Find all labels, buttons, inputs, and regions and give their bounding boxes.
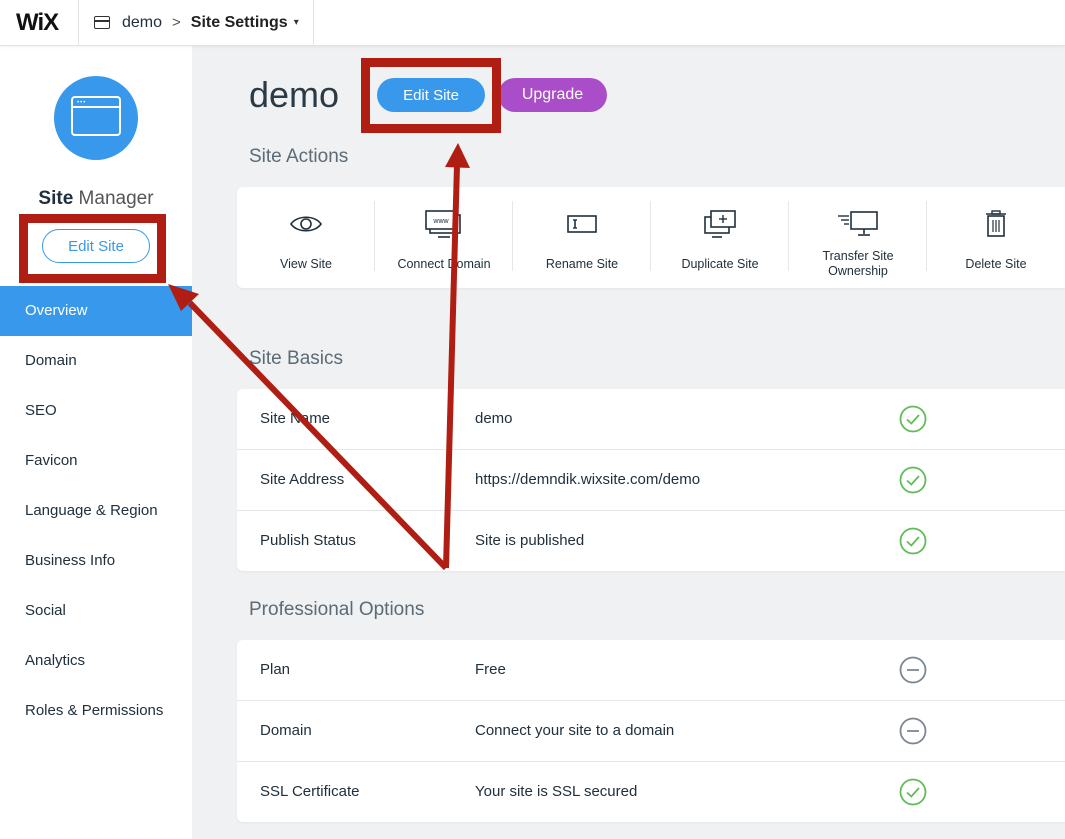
professional-options-title: Professional Options: [249, 599, 425, 620]
table-row[interactable]: Plan Free: [237, 640, 1065, 701]
row-key: SSL Certificate: [260, 783, 360, 800]
row-value: demo: [475, 410, 513, 427]
check-circle-icon: [899, 527, 927, 555]
breadcrumb-current[interactable]: Site Settings: [191, 14, 288, 32]
breadcrumb-site[interactable]: demo: [122, 14, 162, 32]
sidebar-item-analytics[interactable]: Analytics: [0, 636, 192, 686]
duplicate-site-action[interactable]: Duplicate Site: [651, 187, 789, 288]
breadcrumb: demo > Site Settings ▾: [94, 0, 299, 45]
row-key: Site Address: [260, 471, 345, 488]
trash-icon: [927, 209, 1065, 239]
divider: [78, 0, 79, 45]
check-circle-icon: [899, 466, 927, 494]
site-basics-card: Site Name demo Site Address https://demn…: [237, 389, 1065, 571]
wix-logo[interactable]: WiX: [16, 9, 59, 37]
delete-site-action[interactable]: Delete Site: [927, 187, 1065, 288]
site-avatar: •••: [54, 76, 138, 160]
check-circle-icon: [899, 405, 927, 433]
table-row[interactable]: Domain Connect your site to a domain: [237, 701, 1065, 762]
transfer-icon: [789, 209, 927, 239]
minus-circle-icon: [899, 656, 927, 684]
upgrade-button[interactable]: Upgrade: [498, 78, 607, 112]
row-value: Connect your site to a domain: [475, 722, 675, 739]
page-title: demo: [249, 74, 340, 115]
sidebar-item-domain[interactable]: Domain: [0, 336, 192, 386]
sidebar-item-seo[interactable]: SEO: [0, 386, 192, 436]
sidebar-item-overview[interactable]: Overview: [0, 286, 192, 336]
breadcrumb-separator: >: [172, 14, 181, 31]
site-actions-card: View Site www Connect Domain Rename Site…: [237, 187, 1065, 288]
transfer-ownership-action[interactable]: Transfer Site Ownership: [789, 187, 927, 288]
sidebar-item-business-info[interactable]: Business Info: [0, 536, 192, 586]
www-monitor-icon: www: [375, 209, 513, 239]
row-key: Site Name: [260, 410, 331, 427]
site-window-icon: [94, 16, 110, 29]
divider: [313, 0, 314, 45]
view-site-action[interactable]: View Site: [237, 187, 375, 288]
row-key: Domain: [260, 722, 312, 739]
chevron-down-icon[interactable]: ▾: [294, 17, 299, 28]
table-row[interactable]: SSL Certificate Your site is SSL secured: [237, 762, 1065, 822]
minus-circle-icon: [899, 717, 927, 745]
svg-text:www: www: [432, 218, 449, 225]
rename-site-action[interactable]: Rename Site: [513, 187, 651, 288]
sidebar-item-favicon[interactable]: Favicon: [0, 436, 192, 486]
table-row[interactable]: Site Name demo: [237, 389, 1065, 450]
check-circle-icon: [899, 778, 927, 806]
action-label: View Site: [280, 257, 332, 271]
row-key: Publish Status: [260, 532, 356, 549]
edit-site-button[interactable]: Edit Site: [377, 78, 485, 112]
sidebar-nav: Overview Domain SEO Favicon Language & R…: [0, 286, 192, 736]
action-label: Delete Site: [965, 257, 1027, 271]
site-basics-title: Site Basics: [249, 348, 343, 369]
table-row[interactable]: Site Address https://demndik.wixsite.com…: [237, 450, 1065, 511]
row-value: Free: [475, 661, 506, 678]
sidebar-item-language-region[interactable]: Language & Region: [0, 486, 192, 536]
annotation-arrow-head: [445, 143, 470, 168]
action-label: Rename Site: [545, 257, 619, 271]
action-label: Transfer Site Ownership: [822, 249, 894, 278]
site-manager-title: Site Manager: [38, 188, 154, 209]
row-value: Site is published: [475, 532, 585, 549]
sidebar-edit-site-button[interactable]: Edit Site: [42, 229, 150, 263]
rename-icon: [513, 209, 651, 239]
duplicate-icon: [651, 209, 789, 239]
sidebar: ••• Site Manager Edit Site Overview Doma…: [0, 46, 192, 839]
action-label: Connect Domain: [397, 257, 491, 271]
row-value: Your site is SSL secured: [475, 783, 638, 800]
action-label: Duplicate Site: [681, 257, 759, 271]
sidebar-item-social[interactable]: Social: [0, 586, 192, 636]
eye-icon: [237, 209, 375, 239]
top-bar: WiX demo > Site Settings ▾: [0, 0, 1065, 46]
table-row[interactable]: Publish Status Site is published: [237, 511, 1065, 571]
connect-domain-action[interactable]: www Connect Domain: [375, 187, 513, 288]
sidebar-item-roles-permissions[interactable]: Roles & Permissions: [0, 686, 192, 736]
browser-window-icon: •••: [71, 96, 121, 136]
row-key: Plan: [260, 661, 291, 678]
site-actions-title: Site Actions: [249, 146, 349, 167]
row-value: https://demndik.wixsite.com/demo: [475, 471, 701, 488]
professional-options-card: Plan Free Domain Connect your site to a …: [237, 640, 1065, 822]
